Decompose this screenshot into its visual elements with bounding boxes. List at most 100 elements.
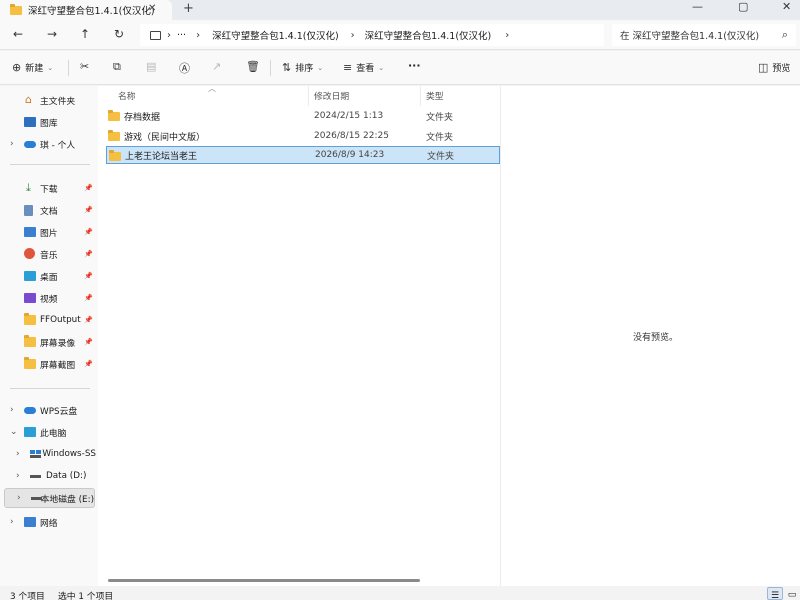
up-button[interactable]: ↑ [80,27,90,41]
pin-icon[interactable]: 📌 [84,206,93,214]
preview-button[interactable]: ◫ 预览 [758,61,790,74]
copy-icon[interactable]: ⧉ [113,60,121,74]
search-box[interactable]: 在 深红守望整合包1.4.1(仅汉化) ⌕ [612,24,796,46]
file-type: 文件夹 [427,151,455,162]
sidebar-item-screenshots[interactable]: 屏幕截图 📌 [0,354,96,374]
view-button-label: 查看 [356,64,375,74]
sidebar-item-label: 音乐 [40,250,58,261]
horizontal-scrollbar[interactable] [108,579,420,582]
sidebar-item-personal[interactable]: › 琪 - 个人 [0,134,96,154]
tab-current[interactable]: 深红守望整合包1.4.1(仅汉化) ✕ [0,0,172,20]
sidebar-item-ffoutput[interactable]: FFOutput 📌 [0,310,96,330]
view-button[interactable]: ≡ 查看 ⌄ [343,61,384,74]
no-preview-message: 没有预览。 [633,333,679,343]
sidebar-item-label: WPS云盘 [40,406,78,417]
address-bar[interactable]: › ··· › 深红守望整合包1.4.1(仅汉化) › 深红守望整合包1.4.1… [140,24,604,46]
sidebar-item-desktop[interactable]: 桌面 📌 [0,266,96,286]
chevron-right-icon[interactable]: › [505,30,509,41]
pin-icon[interactable]: 📌 [84,316,93,324]
column-header-type[interactable]: 类型 [426,89,444,102]
breadcrumb-item-2[interactable]: 深红守望整合包1.4.1(仅汉化) [365,28,492,42]
details-view-button[interactable]: ☰ [767,587,783,600]
tiles-view-button[interactable]: ▭ [784,587,800,600]
sidebar-item-label: 屏幕截图 [40,360,76,371]
pin-icon[interactable]: 📌 [84,338,93,346]
sort-button-label: 排序 [295,64,314,74]
sidebar-item-pictures[interactable]: 图片 📌 [0,222,96,242]
chevron-right-icon[interactable]: › [10,139,14,149]
chevron-down-icon[interactable]: ⌄ [10,427,18,437]
sidebar-item-music[interactable]: 音乐 📌 [0,244,96,264]
close-tab-icon[interactable]: ✕ [148,3,156,14]
tab-strip: 深红守望整合包1.4.1(仅汉化) ✕ + — ▢ ✕ [0,0,800,20]
sidebar-item-local-disk-e[interactable]: › 本地磁盘 (E:) [4,488,95,508]
sidebar-item-windows-drive[interactable]: › Windows-SS [0,444,96,464]
sidebar-item-label: 视频 [40,294,58,305]
chevron-right-icon: › [350,29,355,41]
pin-icon[interactable]: 📌 [84,272,93,280]
close-window-button[interactable]: ✕ [782,0,791,13]
column-header-name[interactable]: 名称 [118,89,136,102]
column-header-date[interactable]: 修改日期 [314,89,349,102]
column-divider[interactable] [308,86,309,106]
forward-button[interactable]: → [47,27,57,41]
sidebar-item-label: Data (D:) [46,471,87,481]
navigation-bar: ← → ↑ ↻ › ··· › 深红守望整合包1.4.1(仅汉化) › 深红守望… [0,20,800,50]
sidebar-item-label: 图库 [40,118,58,129]
sidebar-item-documents[interactable]: 文档 📌 [0,200,96,220]
file-row[interactable]: 游戏（民间中文版） 2026/8/15 22:25 文件夹 [106,127,500,145]
sidebar-item-wps-cloud[interactable]: › WPS云盘 [0,400,96,420]
toolbar-divider [270,60,271,76]
file-row[interactable]: 存档数据 2024/2/15 1:13 文件夹 [106,107,500,125]
delete-icon[interactable]: 🗑 [246,60,260,73]
sidebar-item-home[interactable]: ⌂ 主文件夹 [0,90,96,110]
file-list: 名称 ︿ 修改日期 类型 存档数据 2024/2/15 1:13 文件夹 游戏（… [98,84,500,586]
folder-icon [24,313,36,325]
sidebar-item-downloads[interactable]: ⤓ 下载 📌 [0,178,96,198]
sidebar-item-data-drive[interactable]: › Data (D:) [0,466,96,486]
chevron-right-icon[interactable]: › [17,493,21,503]
status-bar: 3 个项目 选中 1 个项目 ☰ ▭ [0,586,800,600]
search-icon[interactable]: ⌕ [782,28,788,42]
breadcrumb-more[interactable]: ··· [177,30,186,41]
file-row-selected[interactable]: 上老王论坛当老王 2026/8/9 14:23 文件夹 [106,146,500,164]
column-divider[interactable] [420,86,421,106]
minimize-button[interactable]: — [692,0,703,13]
pin-icon[interactable]: 📌 [84,294,93,302]
new-tab-button[interactable]: + [183,1,194,16]
cut-icon[interactable]: ✂ [80,60,89,73]
refresh-button[interactable]: ↻ [114,27,124,41]
chevron-right-icon[interactable]: › [16,471,20,481]
more-options-button[interactable]: ··· [408,59,421,72]
gallery-icon [24,117,36,127]
sidebar-item-screen-recordings[interactable]: 屏幕录像 📌 [0,332,96,352]
chevron-right-icon[interactable]: › [10,405,14,415]
chevron-down-icon: ⌄ [47,63,54,72]
chevron-right-icon[interactable]: › [16,449,20,459]
sidebar-item-gallery[interactable]: 图库 [0,112,96,132]
sidebar-item-videos[interactable]: 视频 📌 [0,288,96,308]
rename-icon[interactable]: Ⓐ [179,60,190,76]
pin-icon[interactable]: 📌 [84,228,93,236]
breadcrumb-item-1[interactable]: 深红守望整合包1.4.1(仅汉化) [212,28,339,42]
paste-icon[interactable]: ▤ [146,60,156,73]
new-button[interactable]: ⊕ 新建 ⌄ [12,61,53,74]
sidebar-item-this-pc[interactable]: ⌄ 此电脑 [0,422,96,442]
share-icon[interactable]: ↗ [212,60,221,73]
tab-title: 深红守望整合包1.4.1(仅汉化) [28,6,155,17]
pin-icon[interactable]: 📌 [84,184,93,192]
chevron-right-icon: › [167,29,171,41]
chevron-right-icon[interactable]: › [10,517,14,527]
pin-icon[interactable]: 📌 [84,360,93,368]
sidebar-item-network[interactable]: › 网络 [0,512,96,532]
sort-button[interactable]: ⇅ 排序 ⌄ [282,61,323,74]
maximize-button[interactable]: ▢ [738,0,748,13]
file-type: 文件夹 [426,132,454,143]
back-button[interactable]: ← [13,27,23,41]
folder-icon [24,357,36,369]
toolbar-divider [68,60,69,76]
selected-count: 选中 1 个项目 [58,592,114,600]
folder-icon [108,130,120,141]
sidebar-item-label: 此电脑 [40,428,67,439]
pin-icon[interactable]: 📌 [84,250,93,258]
